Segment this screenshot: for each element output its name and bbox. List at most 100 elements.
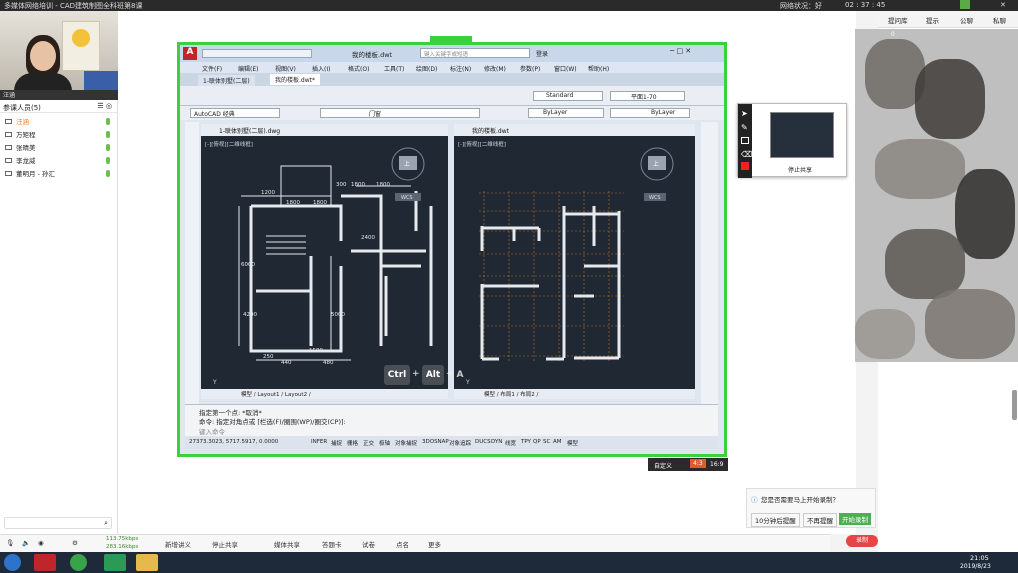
menu-help[interactable]: 帮助(H)	[588, 64, 609, 73]
exam-button[interactable]: 试卷	[362, 539, 375, 549]
status-osnap[interactable]: 对象捕捉	[395, 439, 417, 447]
dim-style-select[interactable]: 平面1-70	[610, 91, 685, 101]
text-style-select[interactable]: Standard	[533, 91, 603, 101]
tab-question-bank[interactable]: 提问库	[888, 15, 908, 25]
more-button[interactable]: 更多	[428, 539, 441, 549]
status-polar[interactable]: 极轴	[379, 439, 390, 447]
pointer-icon[interactable]: ➤	[741, 109, 748, 118]
menu-dimension[interactable]: 标注(N)	[450, 64, 471, 73]
file-tab-floor[interactable]: 我的楼板.dwt*	[270, 74, 320, 85]
participant-item[interactable]: 汪涵	[0, 116, 118, 127]
classroom-taskbar-icon[interactable]	[104, 554, 126, 571]
ratio-4-3-button[interactable]: 4:3	[690, 459, 706, 468]
menu-view[interactable]: 视图(V)	[275, 64, 296, 73]
command-input[interactable]: 键入命令	[199, 426, 225, 436]
right-viewport-mode[interactable]: [-][俯视][二维线框]	[458, 140, 506, 148]
add-handout-button[interactable]: 新增讲义	[165, 539, 191, 549]
menu-tools[interactable]: 工具(T)	[384, 64, 404, 73]
modify-toolbar[interactable]	[701, 122, 718, 404]
participant-item[interactable]: 李龙威	[0, 155, 118, 166]
list-menu-icon[interactable]: ☰ ◎	[97, 102, 112, 110]
status-model[interactable]: 模型	[567, 439, 578, 447]
key-ctrl: Ctrl	[384, 365, 410, 385]
remind-later-button[interactable]: 10分钟后提醒	[751, 513, 800, 527]
start-icon[interactable]	[4, 554, 21, 571]
status-lweight[interactable]: 线宽	[505, 439, 516, 447]
status-ortho[interactable]: 正交	[363, 439, 374, 447]
eraser-icon[interactable]: ⌫	[741, 150, 752, 159]
menu-draw[interactable]: 绘图(D)	[416, 64, 437, 73]
menu-window[interactable]: 窗口(W)	[554, 64, 577, 73]
menu-modify[interactable]: 修改(M)	[484, 64, 506, 73]
autocad-logo-icon[interactable]: A	[183, 47, 197, 60]
svg-text:上: 上	[653, 160, 659, 168]
quick-access-toolbar[interactable]	[202, 49, 312, 58]
menu-file[interactable]: 文件(F)	[202, 64, 222, 73]
linetype-select[interactable]: ByLayer	[610, 108, 690, 118]
participant-item[interactable]: 董明月 - 孙汇	[0, 168, 118, 179]
status-snap[interactable]: 捕捉	[331, 439, 342, 447]
speaker-icon[interactable]: 🔈	[22, 539, 30, 547]
close-icon[interactable]: ✕	[1000, 1, 1006, 9]
left-viewport-title[interactable]: 1-联体别墅(二层).dwg	[201, 124, 448, 136]
tab-public-chat[interactable]: 公聊	[960, 15, 973, 25]
right-layout-tabs[interactable]: 模型 / 布局1 / 布局2 /	[454, 389, 695, 399]
no-remind-button[interactable]: 不再提醒	[803, 513, 837, 527]
file-tab-villa[interactable]: 1-联体别墅(二层)	[198, 75, 255, 86]
custom-ratio-button[interactable]: 自定义	[654, 461, 672, 470]
left-viewport[interactable]: Y 1200 1800 1800 1800 1800 300 2400 6000…	[201, 136, 448, 389]
ratio-16-9-button[interactable]: 16:9	[710, 461, 723, 468]
right-viewport[interactable]: Y 上 WCS	[454, 136, 695, 389]
stop-share-toolbar-button[interactable]: 停止共享	[212, 539, 238, 549]
answer-card-button[interactable]: 答题卡	[322, 539, 342, 549]
menu-format[interactable]: 格式(O)	[348, 64, 369, 73]
window-controls[interactable]: ─ □ ✕	[670, 47, 691, 55]
status-tpy[interactable]: TPY	[521, 439, 531, 445]
status-dyn[interactable]: DYN	[491, 439, 502, 445]
color-select[interactable]: ByLayer	[528, 108, 604, 118]
autocad-taskbar-icon[interactable]	[34, 554, 56, 571]
status-sc[interactable]: SC	[543, 439, 550, 445]
start-record-button[interactable]: 开始录制	[839, 513, 871, 525]
right-viewport-title[interactable]: 我的楼板.dwt	[454, 124, 695, 136]
participant-item[interactable]: 万矩程	[0, 129, 118, 140]
tab-hints[interactable]: 提示	[926, 15, 939, 25]
mic-icon[interactable]: 🎙	[6, 539, 14, 547]
status-am[interactable]: AM	[553, 439, 562, 445]
color-picker-icon[interactable]	[741, 162, 749, 170]
record-button[interactable]: 录制	[846, 535, 878, 547]
status-otrack[interactable]: 对象追踪	[449, 439, 471, 447]
pen-icon[interactable]: ✎	[741, 123, 748, 132]
status-infer[interactable]: INFER	[311, 439, 327, 445]
rectangle-icon[interactable]	[741, 137, 749, 144]
status-ducs[interactable]: DUCS	[475, 439, 491, 445]
menu-edit[interactable]: 编辑(E)	[238, 64, 258, 73]
media-share-button[interactable]: 媒体共享	[274, 539, 300, 549]
scrollbar-thumb[interactable]	[1012, 390, 1017, 420]
minimize-icon[interactable]	[960, 0, 970, 9]
folder-taskbar-icon[interactable]	[136, 554, 158, 571]
left-layout-tabs[interactable]: 模型 / Layout1 / Layout2 /	[201, 389, 448, 399]
login-button[interactable]: 登录	[536, 49, 548, 58]
command-line[interactable]: 指定第一个点: *取消* 命令: 指定对角点或 [栏选(F)/圈围(WP)/圈交…	[185, 404, 718, 436]
tab-private-chat[interactable]: 私聊	[993, 15, 1006, 25]
search-input[interactable]: 键入关键字或短语	[420, 48, 530, 58]
menu-parametric[interactable]: 参数(P)	[520, 64, 540, 73]
status-3dosnap[interactable]: 3DOSNAP	[422, 439, 449, 445]
menu-insert[interactable]: 插入(I)	[312, 64, 330, 73]
draw-toolbar[interactable]	[185, 122, 199, 404]
mic-icon	[106, 144, 110, 151]
workspace-select[interactable]: AutoCAD 经典	[190, 108, 280, 118]
stop-share-button[interactable]: 停止共享	[788, 165, 812, 174]
participant-search-input[interactable]: ⌕	[4, 517, 112, 529]
browser-taskbar-icon[interactable]	[70, 554, 87, 571]
left-viewport-mode[interactable]: [-][俯视][二维线框]	[205, 140, 253, 148]
settings-icon[interactable]: ⚙	[72, 539, 78, 547]
roll-call-button[interactable]: 点名	[396, 539, 409, 549]
layer-select[interactable]: 门窗	[320, 108, 480, 118]
participant-item[interactable]: 张晴美	[0, 142, 118, 153]
camera-icon[interactable]: ◉	[38, 539, 44, 547]
screen-icon	[5, 119, 12, 124]
status-qp[interactable]: QP	[533, 439, 541, 445]
status-grid[interactable]: 栅格	[347, 439, 358, 447]
